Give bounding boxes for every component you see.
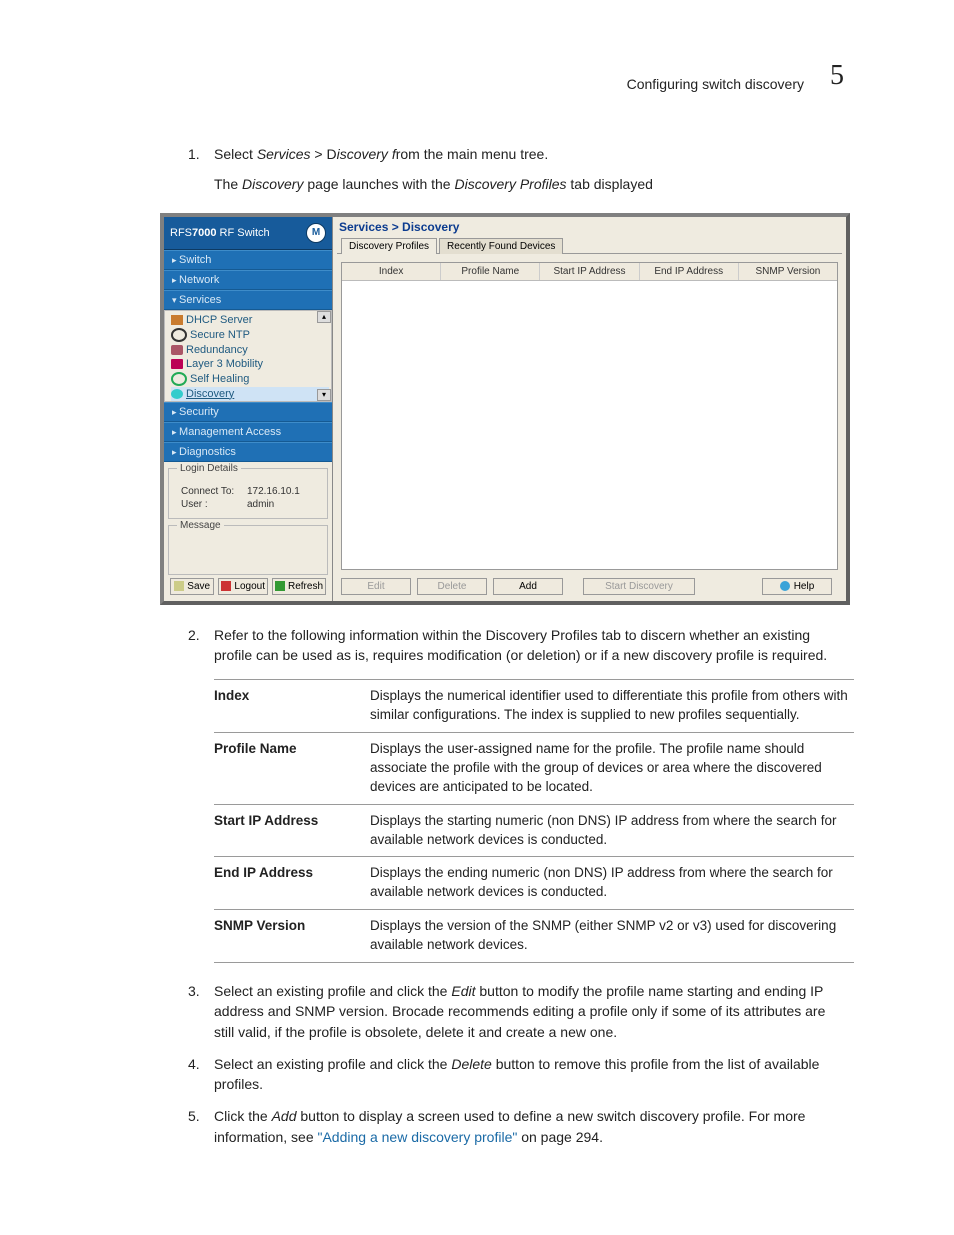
redundancy-icon xyxy=(171,345,183,355)
nav-services[interactable]: Services xyxy=(164,290,332,310)
table-row: Start IP AddressDisplays the starting nu… xyxy=(214,804,854,857)
logout-icon xyxy=(221,581,231,591)
login-details-title: Login Details xyxy=(177,463,241,474)
tree-layer3-mobility[interactable]: Layer 3 Mobility xyxy=(171,357,329,371)
step-5: 5. Click the Add button to display a scr… xyxy=(214,1106,844,1147)
logout-button[interactable]: Logout xyxy=(218,578,268,595)
desc-end-ip: Displays the ending numeric (non DNS) IP… xyxy=(370,857,854,910)
term-snmp-version: SNMP Version xyxy=(214,910,370,963)
table-row: IndexDisplays the numerical identifier u… xyxy=(214,680,854,733)
link-adding-profile[interactable]: "Adding a new discovery profile" xyxy=(318,1129,518,1145)
chapter-number: 5 xyxy=(830,60,844,92)
desc-snmp-version: Displays the version of the SNMP (either… xyxy=(370,910,854,963)
brand-logo-icon: M xyxy=(306,223,326,243)
save-button[interactable]: Save xyxy=(170,578,214,595)
connect-to-label: Connect To: xyxy=(181,486,247,497)
col-profile-name[interactable]: Profile Name xyxy=(441,263,540,280)
app-screenshot: RFS7000 RF Switch M Switch Network Servi… xyxy=(160,213,850,605)
tree-self-healing[interactable]: Self Healing xyxy=(171,371,329,387)
brand-label: RFS7000 RF Switch xyxy=(170,227,270,239)
healing-icon xyxy=(171,372,187,386)
desc-start-ip: Displays the starting numeric (non DNS) … xyxy=(370,804,854,857)
login-details-panel: Login Details Connect To:172.16.10.1 Use… xyxy=(168,468,328,519)
col-start-ip[interactable]: Start IP Address xyxy=(540,263,639,280)
delete-button[interactable]: Delete xyxy=(417,578,487,595)
refresh-icon xyxy=(275,581,285,591)
save-icon xyxy=(174,581,184,591)
add-button[interactable]: Add xyxy=(493,578,563,595)
page-header: Configuring switch discovery 5 xyxy=(110,60,844,92)
discovery-icon xyxy=(171,389,183,399)
tree-rtls[interactable]: RTLS xyxy=(171,401,329,402)
term-profile-name: Profile Name xyxy=(214,732,370,804)
scroll-down-icon[interactable]: ▾ xyxy=(317,389,331,401)
breadcrumb: Services > Discovery xyxy=(333,217,846,237)
term-start-ip: Start IP Address xyxy=(214,804,370,857)
profiles-grid[interactable]: Index Profile Name Start IP Address End … xyxy=(341,262,838,570)
col-index[interactable]: Index xyxy=(342,263,441,280)
refresh-button[interactable]: Refresh xyxy=(272,578,326,595)
brand-bar: RFS7000 RF Switch M xyxy=(164,217,332,250)
nav-switch[interactable]: Switch xyxy=(164,250,332,270)
user-label: User : xyxy=(181,499,247,510)
nav-network[interactable]: Network xyxy=(164,270,332,290)
step-2: 2. Refer to the following information wi… xyxy=(214,625,844,666)
definitions-table: IndexDisplays the numerical identifier u… xyxy=(214,679,854,963)
edit-button[interactable]: Edit xyxy=(341,578,411,595)
step-1: 1. Select Services > Discovery from the … xyxy=(214,144,844,195)
user-value: admin xyxy=(247,499,274,510)
desc-profile-name: Displays the user-assigned name for the … xyxy=(370,732,854,804)
nav-diagnostics[interactable]: Diagnostics xyxy=(164,442,332,462)
message-title: Message xyxy=(177,520,224,531)
col-snmp-version[interactable]: SNMP Version xyxy=(739,263,837,280)
services-tree: ▴ DHCP Server Secure NTP Redundancy Laye… xyxy=(164,310,332,402)
term-end-ip: End IP Address xyxy=(214,857,370,910)
term-index: Index xyxy=(214,680,370,733)
tree-redundancy[interactable]: Redundancy xyxy=(171,343,329,357)
col-end-ip[interactable]: End IP Address xyxy=(640,263,739,280)
scroll-up-icon[interactable]: ▴ xyxy=(317,311,331,323)
dhcp-icon xyxy=(171,315,183,325)
nav-security[interactable]: Security xyxy=(164,402,332,422)
connect-to-value: 172.16.10.1 xyxy=(247,486,300,497)
tab-recently-found-devices[interactable]: Recently Found Devices xyxy=(439,238,563,254)
nav-management-access[interactable]: Management Access xyxy=(164,422,332,442)
header-title: Configuring switch discovery xyxy=(627,76,804,92)
message-panel: Message xyxy=(168,525,328,575)
tab-discovery-profiles[interactable]: Discovery Profiles xyxy=(341,238,437,254)
table-row: Profile NameDisplays the user-assigned n… xyxy=(214,732,854,804)
tree-dhcp-server[interactable]: DHCP Server xyxy=(171,313,329,327)
step-3: 3. Select an existing profile and click … xyxy=(214,981,844,1042)
start-discovery-button[interactable]: Start Discovery xyxy=(583,578,695,595)
desc-index: Displays the numerical identifier used t… xyxy=(370,680,854,733)
tree-discovery[interactable]: Discovery xyxy=(171,387,329,401)
table-row: End IP AddressDisplays the ending numeri… xyxy=(214,857,854,910)
step-4: 4. Select an existing profile and click … xyxy=(214,1054,844,1095)
table-row: SNMP VersionDisplays the version of the … xyxy=(214,910,854,963)
mobility-icon xyxy=(171,359,183,369)
clock-icon xyxy=(171,328,187,342)
tree-secure-ntp[interactable]: Secure NTP xyxy=(171,327,329,343)
help-button[interactable]: Help xyxy=(762,578,832,595)
